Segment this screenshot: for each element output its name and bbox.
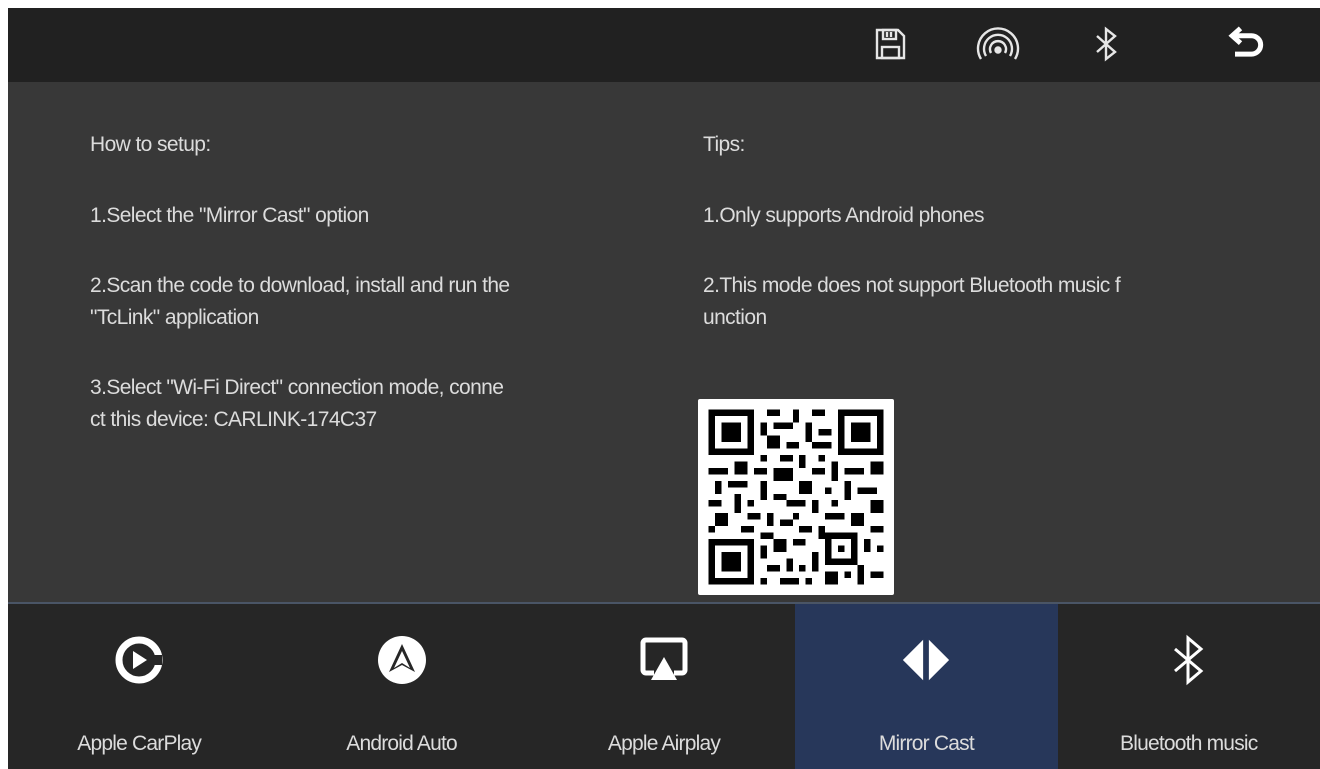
mode-tab-bar: Apple CarPlay Android Auto Apple Airplay	[8, 604, 1320, 769]
setup-step: 2.Scan the code to download, install and…	[90, 274, 510, 329]
tab-label: Mirror Cast	[878, 732, 975, 755]
tip-item: 2.This mode does not support Bluetooth m…	[703, 274, 1121, 329]
tab-apple-airplay[interactable]: Apple Airplay	[533, 604, 795, 769]
setup-step: 3.Select "Wi-Fi Direct" connection mode,…	[90, 376, 504, 431]
back-icon[interactable]	[1224, 22, 1268, 66]
tab-bluetooth-music[interactable]: Bluetooth music	[1058, 604, 1320, 769]
tab-label: Bluetooth music	[1120, 732, 1258, 755]
tips-heading: Tips:	[703, 133, 745, 156]
android-auto-icon	[376, 634, 428, 686]
bluetooth-icon[interactable]	[1084, 22, 1128, 66]
instructions-panel: How to setup: 1.Select the "Mirror Cast"…	[8, 82, 1320, 602]
tab-label: Apple CarPlay	[77, 732, 202, 755]
tab-label: Apple Airplay	[607, 732, 721, 755]
bluetooth-music-icon	[1163, 634, 1215, 686]
download-qr-code	[698, 399, 894, 595]
top-bar	[8, 8, 1320, 82]
tab-label: Android Auto	[346, 732, 457, 755]
carplay-icon	[113, 634, 165, 686]
tab-apple-carplay[interactable]: Apple CarPlay	[8, 604, 270, 769]
airplay-icon	[638, 634, 690, 686]
tab-mirror-cast[interactable]: Mirror Cast	[795, 604, 1058, 769]
tip-item: 1.Only supports Android phones	[703, 204, 984, 227]
tab-android-auto[interactable]: Android Auto	[270, 604, 532, 769]
save-icon[interactable]	[868, 22, 912, 66]
setup-step: 1.Select the "Mirror Cast" option	[90, 204, 369, 227]
setup-heading: How to setup:	[90, 133, 211, 156]
mirror-cast-icon	[900, 634, 952, 686]
mirror-cast-screen: How to setup: 1.Select the "Mirror Cast"…	[8, 8, 1320, 769]
wifi-signal-icon[interactable]	[976, 22, 1020, 66]
